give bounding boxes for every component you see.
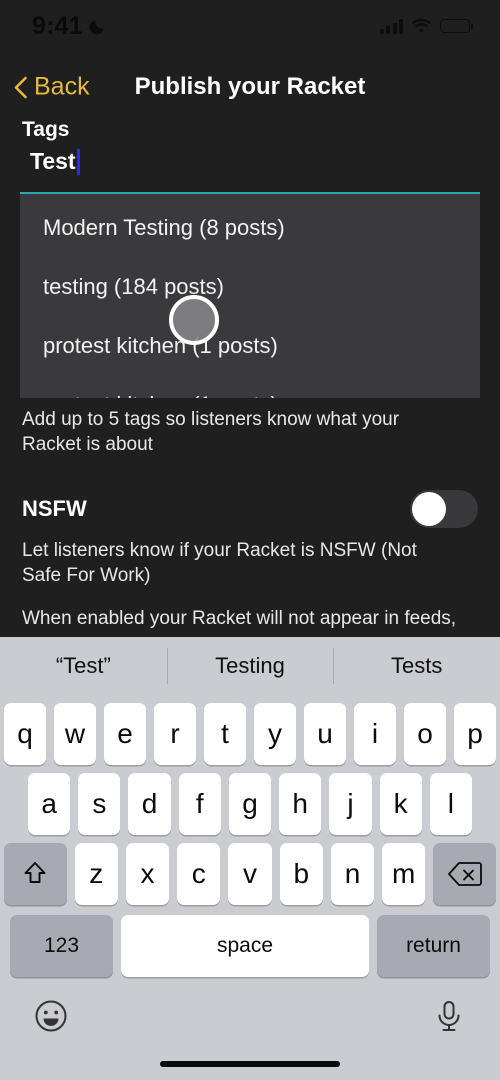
home-indicator [160,1061,340,1067]
microphone-icon[interactable] [432,999,466,1033]
key-t[interactable]: t [204,703,246,765]
nsfw-description-secondary: When enabled your Racket will not appear… [22,608,457,629]
phone-screen: 9:41 Back Publish your Racket Tags Test … [0,0,500,1080]
prediction-candidate-2[interactable]: Testing [166,637,334,695]
nsfw-label: NSFW [22,496,87,521]
moon-icon [89,17,107,35]
key-u[interactable]: u [304,703,346,765]
nsfw-row: NSFW [0,457,500,528]
battery-icon [440,19,473,33]
text-caret [76,148,80,175]
key-l[interactable]: l [429,773,472,835]
list-item[interactable]: Modern Testing (8 posts) [20,198,480,257]
list-item[interactable]: testing (184 posts) [20,257,480,316]
status-bar-left: 9:41 [32,12,107,41]
key-q[interactable]: q [4,703,46,765]
key-y[interactable]: y [254,703,296,765]
nsfw-description: Let listeners know if your Racket is NSF… [22,540,417,586]
key-x[interactable]: x [125,843,170,905]
touch-point-indicator [169,295,219,345]
keyboard-bottom-bar [0,977,500,1033]
prediction-candidate-1[interactable]: “Test” [0,637,167,695]
form-content: Tags Test Modern Testing (8 posts) testi… [0,112,500,637]
nsfw-toggle[interactable] [410,490,478,528]
status-time: 9:41 [32,11,83,40]
predictive-text-bar: “Test” Testing Tests [0,637,500,695]
shift-icon [21,860,49,888]
nsfw-toggle-knob [412,492,446,526]
shift-key[interactable] [4,843,67,905]
status-bar-right [379,18,473,34]
backspace-key[interactable] [433,843,497,905]
wifi-icon [411,18,432,34]
key-m[interactable]: m [382,843,426,905]
key-f[interactable]: f [178,773,221,835]
cellular-signal-icon [379,18,403,34]
key-n[interactable]: n [330,843,375,905]
navigation-bar: Back Publish your Racket [0,62,500,112]
key-b[interactable]: b [279,843,323,905]
keyboard-row-1: q w e r t y u i o p [0,703,500,765]
key-w[interactable]: w [54,703,96,765]
onscreen-keyboard: “Test” Testing Tests q w e r t y u i o p… [0,637,500,1080]
page-title: Publish your Racket [134,73,366,100]
list-item[interactable]: protest kitchen (1 posts) [20,375,480,398]
key-p[interactable]: p [454,703,496,765]
key-d[interactable]: d [128,773,171,835]
tags-input-value: Test [30,148,76,174]
key-v[interactable]: v [228,843,272,905]
key-h[interactable]: h [279,773,322,835]
status-bar: 9:41 [0,0,500,52]
key-g[interactable]: g [228,773,272,835]
key-s[interactable]: s [78,773,121,835]
key-r[interactable]: r [154,703,196,765]
key-z[interactable]: z [74,843,118,905]
tags-input[interactable]: Test [0,142,500,175]
space-key[interactable]: space [121,915,369,977]
key-i[interactable]: i [354,703,396,765]
emoji-icon[interactable] [34,999,68,1033]
return-key[interactable]: return [377,915,490,977]
backspace-icon [447,861,482,887]
tags-label: Tags [22,118,70,141]
tag-suggestions-dropdown: Modern Testing (8 posts) testing (184 po… [20,192,480,398]
key-e[interactable]: e [104,703,146,765]
key-a[interactable]: a [28,773,71,835]
tag-suggestions-list: Modern Testing (8 posts) testing (184 po… [20,194,480,398]
key-o[interactable]: o [404,703,446,765]
key-k[interactable]: k [379,773,422,835]
keyboard-row-4: 123 space return [0,915,500,977]
tags-help-text: Add up to 5 tags so listeners know what … [22,409,400,455]
list-item[interactable]: protest kitchen (1 posts) [20,316,480,375]
keyboard-row-2: a s d f g h j k l [0,773,500,835]
key-c[interactable]: c [177,843,221,905]
key-j[interactable]: j [329,773,372,835]
keyboard-row-3: z x c v b n m [0,843,500,905]
numbers-key[interactable]: 123 [10,915,113,977]
prediction-candidate-3[interactable]: Tests [333,637,500,695]
